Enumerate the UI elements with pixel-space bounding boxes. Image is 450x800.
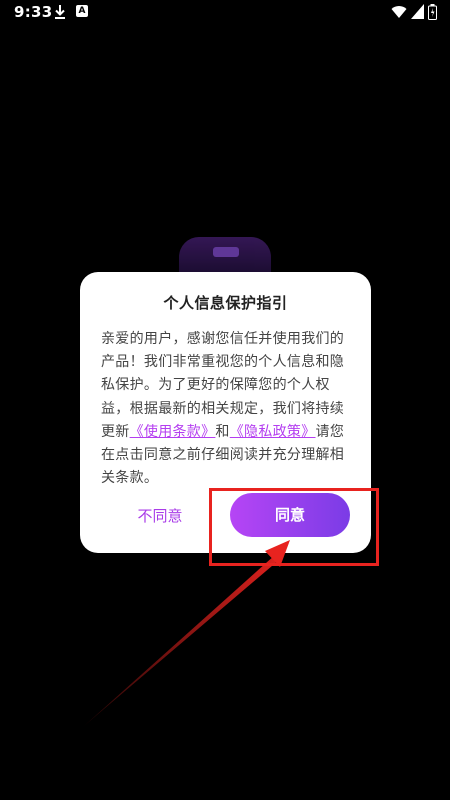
app-notification-icon: A — [76, 5, 88, 17]
disagree-button[interactable]: 不同意 — [122, 498, 198, 534]
battery-icon — [428, 4, 437, 20]
agree-button[interactable]: 同意 — [230, 493, 350, 537]
dialog-body: 亲爱的用户，感谢您信任并使用我们的产品！我们非常重视您的个人信息和隐私保护。为了… — [101, 328, 353, 490]
screen: 9:33 A 个人信息保护指引 亲爱的用户，感谢您信任并使用我们的产品！我们非常… — [0, 0, 450, 800]
signal-icon — [411, 4, 424, 19]
status-bar: 9:33 A — [0, 0, 450, 24]
privacy-policy-link[interactable]: 《隐私政策》 — [230, 424, 316, 440]
background-app-logo — [179, 237, 271, 277]
download-icon — [55, 5, 65, 19]
dialog-title: 个人信息保护指引 — [163, 294, 288, 312]
terms-of-use-link[interactable]: 《使用条款》 — [130, 424, 216, 440]
status-time: 9:33 — [14, 3, 53, 21]
wifi-icon — [391, 6, 407, 19]
privacy-dialog: 个人信息保护指引 亲爱的用户，感谢您信任并使用我们的产品！我们非常重视您的个人信… — [80, 272, 371, 553]
and-text: 和 — [215, 423, 230, 440]
